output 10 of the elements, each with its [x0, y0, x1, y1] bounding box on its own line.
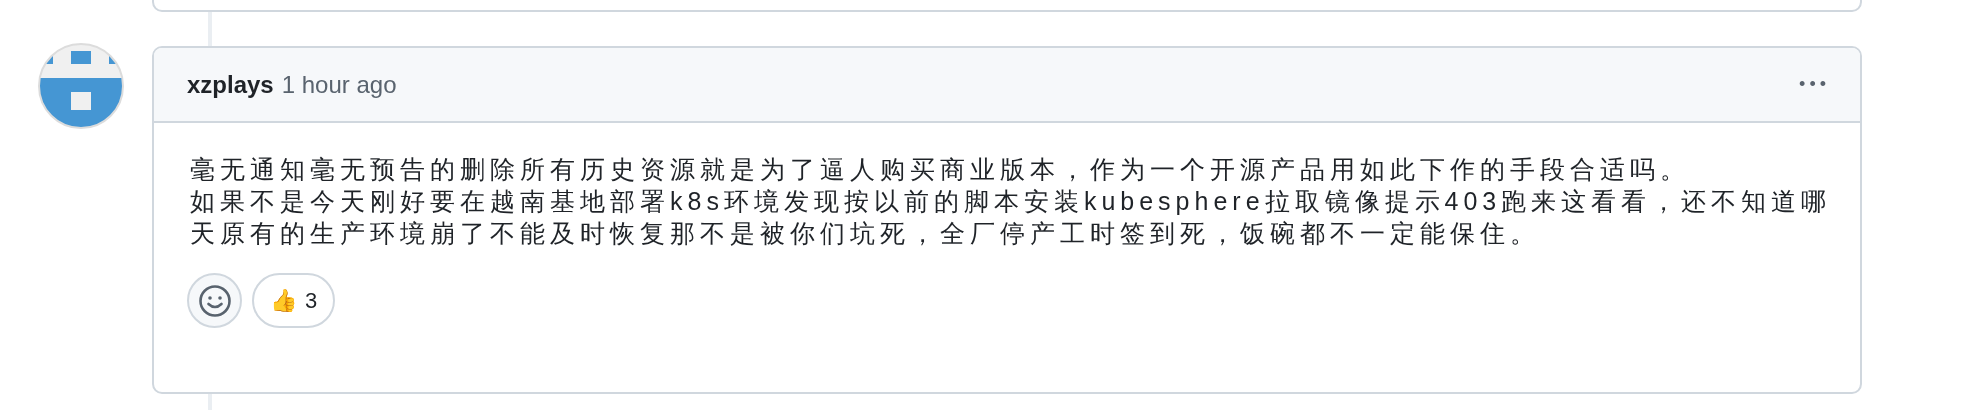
comment-text: 毫无通知毫无预告的删除所有历史资源就是为了逼人购买商业版本，作为一个开源产品用如此下作的手段合适吗。 [190, 154, 1691, 185]
smiley-icon [197, 283, 232, 318]
comment-text: 如果不是今天刚好要在越南基地部署k8s环境发现按以前的脚本安装kubesphere拉取镜像提示403跑来这看看，还不知道哪天原有的生产环境崩了不能及时恢复那不是被你们坑死，全厂停产工时签到死，饭碗都不一定能保住。 [190, 186, 1833, 249]
reaction-button[interactable]: 👍 3 [252, 273, 336, 328]
thumbs-up-icon: 👍 [270, 284, 297, 317]
more-options-button[interactable]: ••• [1799, 71, 1830, 98]
reaction-count: 3 [305, 287, 318, 315]
timestamp[interactable]: 1 hour ago [281, 66, 397, 103]
add-reaction-button[interactable] [187, 273, 242, 328]
author-name[interactable]: xzplays [187, 66, 274, 103]
